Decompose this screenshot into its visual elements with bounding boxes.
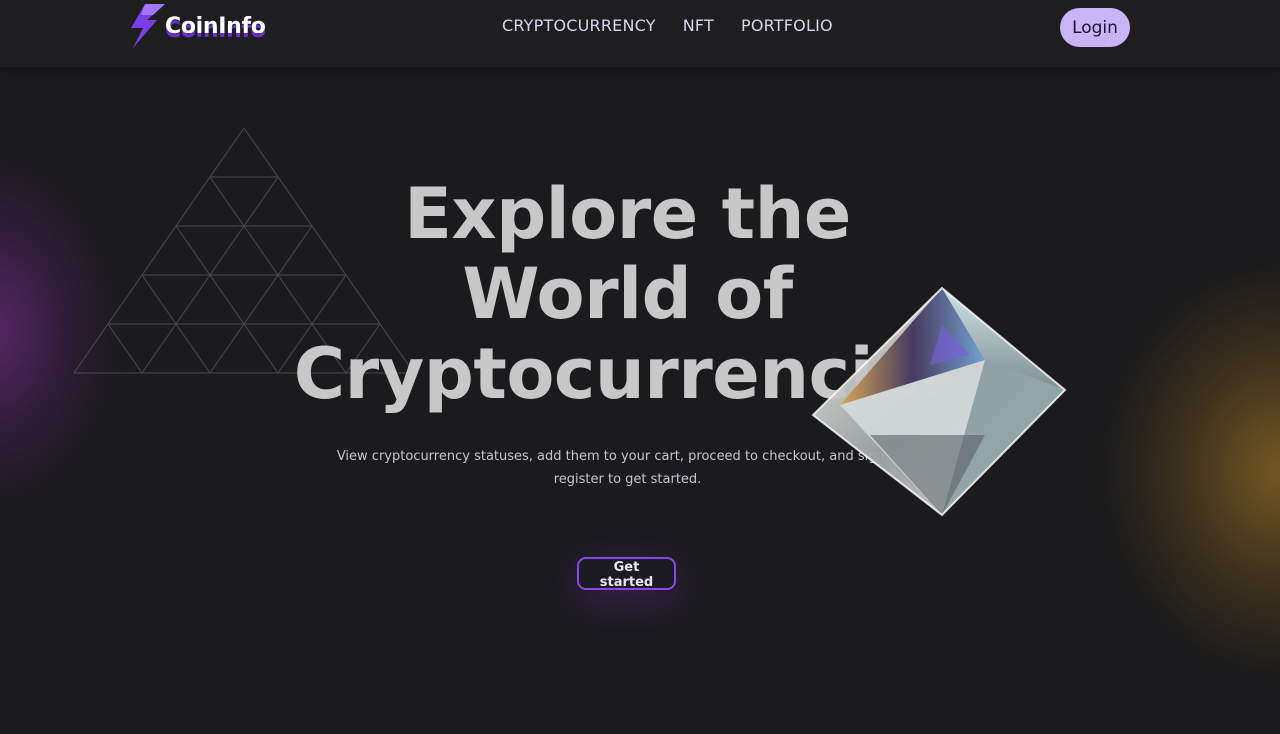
crystal-prism-image [811, 286, 1067, 517]
lightning-logo-icon [131, 4, 165, 48]
get-started-button[interactable]: Get started [577, 557, 676, 590]
login-button[interactable]: Login [1060, 8, 1130, 47]
landing-page: CoinInfo CRYPTOCURRENCY NFT PORTFOLIO Lo… [0, 0, 1280, 734]
main-nav: CRYPTOCURRENCY NFT PORTFOLIO [502, 16, 833, 35]
top-navbar: CoinInfo CRYPTOCURRENCY NFT PORTFOLIO Lo… [0, 0, 1280, 67]
brand-name: CoinInfo [165, 13, 266, 39]
hero-headline-line-1: Explore the [404, 173, 851, 255]
nav-link-cryptocurrency[interactable]: CRYPTOCURRENCY [502, 16, 656, 35]
brand-logo[interactable]: CoinInfo [127, 4, 266, 48]
nav-link-portfolio[interactable]: PORTFOLIO [741, 16, 833, 35]
nav-link-nft[interactable]: NFT [683, 16, 714, 35]
